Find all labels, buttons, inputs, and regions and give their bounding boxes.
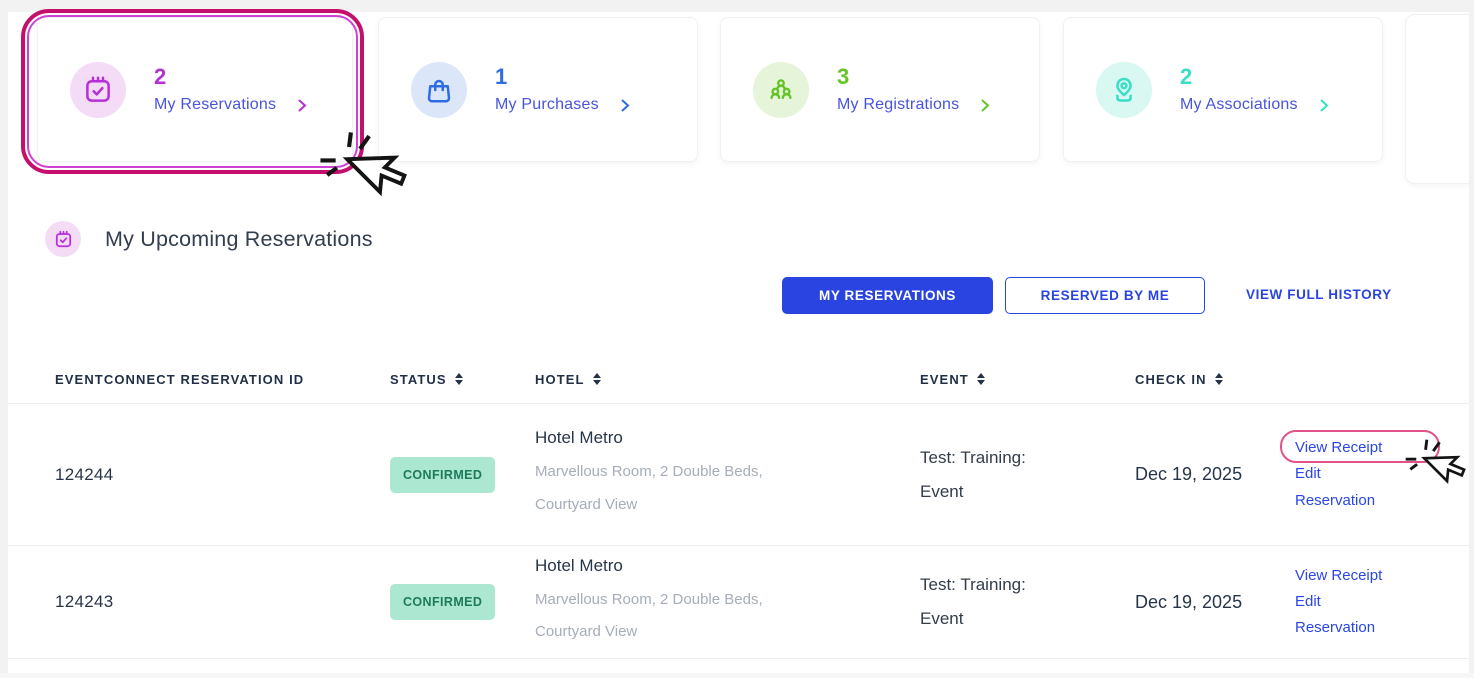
hotel-cell: Hotel Metro Marvellous Room, 2 Double Be… (535, 556, 920, 649)
sort-arrows-icon[interactable] (455, 373, 463, 385)
hotel-cell: Hotel Metro Marvellous Room, 2 Double Be… (535, 428, 920, 521)
actions-cell: View Receipt Edit Reservation (1295, 563, 1395, 642)
sort-arrows-icon[interactable] (593, 373, 601, 385)
status-badge: CONFIRMED (390, 457, 495, 493)
shopping-bag-icon (411, 62, 467, 118)
location-pin-icon (1096, 62, 1152, 118)
actions-cell: View Receipt Edit Reservation (1295, 435, 1395, 514)
check-in-date: Dec 19, 2025 (1135, 464, 1295, 485)
edit-reservation-link[interactable]: Edit Reservation (1295, 589, 1395, 642)
card-my-associations[interactable]: 2 My Associations (1063, 17, 1383, 162)
col-header-event[interactable]: EVENT (920, 372, 1135, 387)
sort-arrows-icon[interactable] (977, 373, 985, 385)
purchases-count: 1 (495, 65, 630, 89)
check-in-date: Dec 19, 2025 (1135, 592, 1295, 613)
section-header: My Upcoming Reservations (45, 221, 373, 257)
dashboard-page: 2 My Reservations 1 My Purchases (0, 0, 1474, 678)
page-edge (0, 673, 1474, 678)
card-label: My Registrations (837, 96, 959, 114)
reservations-count: 2 (154, 65, 307, 89)
hotel-name: Hotel Metro (535, 428, 920, 448)
hotel-details: Marvellous Room, 2 Double Beds, Courtyar… (535, 584, 785, 649)
partial-card (1405, 14, 1474, 184)
status-badge: CONFIRMED (390, 584, 495, 620)
associations-count: 2 (1180, 65, 1329, 89)
event-name: Test: Training: Event (920, 441, 1050, 509)
reservation-id: 124243 (55, 592, 390, 612)
page-edge (1469, 0, 1474, 678)
table-row: 124243 CONFIRMED Hotel Metro Marvellous … (0, 546, 1474, 659)
chevron-right-icon (298, 99, 307, 112)
chevron-right-icon (621, 99, 630, 112)
chevron-right-icon (981, 99, 990, 112)
reservation-id: 124244 (55, 465, 390, 485)
view-receipt-link[interactable]: View Receipt (1295, 435, 1395, 461)
view-receipt-link[interactable]: View Receipt (1295, 563, 1395, 589)
my-reservations-button[interactable]: MY RESERVATIONS (782, 277, 993, 314)
card-label: My Reservations (154, 96, 276, 114)
reservations-table: EVENTCONNECT RESERVATION ID STATUS HOTEL… (0, 355, 1474, 659)
calendar-check-icon (45, 221, 81, 257)
card-my-purchases[interactable]: 1 My Purchases (378, 17, 698, 162)
card-body: 2 My Reservations (154, 65, 307, 114)
page-edge (0, 0, 1474, 12)
col-header-check-in[interactable]: CHECK IN (1135, 372, 1295, 387)
card-body: 3 My Registrations (837, 65, 990, 114)
page-edge (0, 0, 8, 678)
col-header-status[interactable]: STATUS (390, 372, 535, 387)
col-header-reservation-id: EVENTCONNECT RESERVATION ID (55, 372, 390, 387)
view-full-history-link[interactable]: VIEW FULL HISTORY (1246, 287, 1392, 302)
event-name: Test: Training: Event (920, 568, 1050, 636)
sort-arrows-icon[interactable] (1215, 373, 1223, 385)
table-header-row: EVENTCONNECT RESERVATION ID STATUS HOTEL… (0, 355, 1474, 404)
reserved-by-me-button[interactable]: RESERVED BY ME (1005, 277, 1205, 314)
hotel-details: Marvellous Room, 2 Double Beds, Courtyar… (535, 456, 785, 521)
card-my-registrations[interactable]: 3 My Registrations (720, 17, 1040, 162)
col-header-hotel[interactable]: HOTEL (535, 372, 920, 387)
card-body: 1 My Purchases (495, 65, 630, 114)
card-label: My Purchases (495, 96, 599, 114)
card-label: My Associations (1180, 96, 1298, 114)
calendar-check-icon (70, 62, 126, 118)
people-group-icon (753, 62, 809, 118)
page-title: My Upcoming Reservations (105, 227, 373, 252)
edit-reservation-link[interactable]: Edit Reservation (1295, 461, 1395, 514)
card-my-reservations[interactable]: 2 My Reservations (37, 17, 353, 162)
registrations-count: 3 (837, 65, 990, 89)
table-row: 124244 CONFIRMED Hotel Metro Marvellous … (0, 404, 1474, 546)
card-body: 2 My Associations (1180, 65, 1329, 114)
chevron-right-icon (1320, 99, 1329, 112)
hotel-name: Hotel Metro (535, 556, 920, 576)
